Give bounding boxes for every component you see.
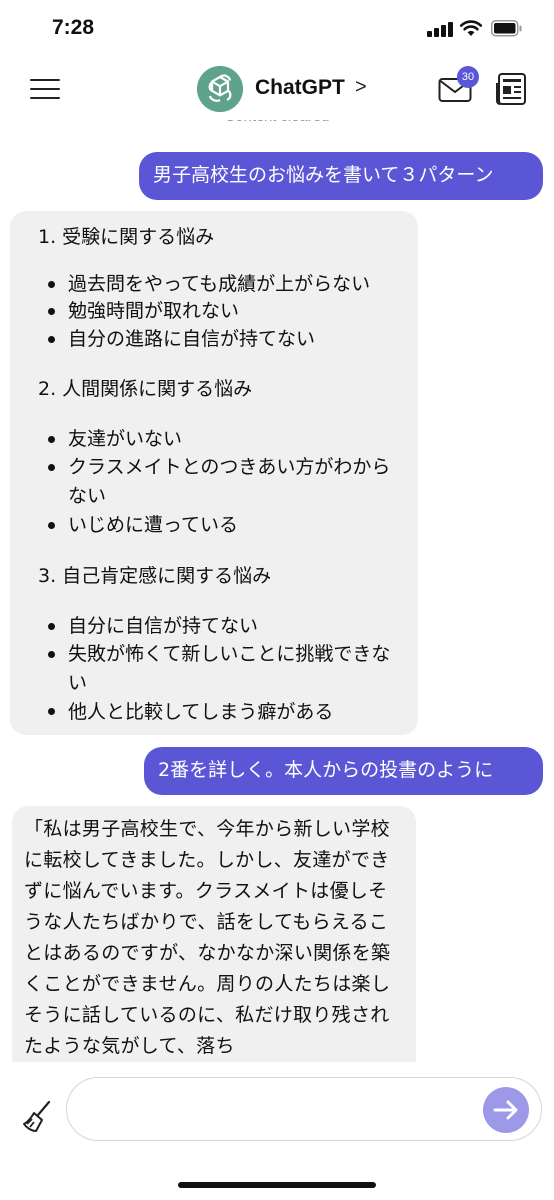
- broom-icon[interactable]: [22, 1100, 54, 1134]
- assistant-message: 1. 受験に関する悩み 過去問をやっても成績が上がらない 勉強時間が取れない 自…: [10, 211, 418, 735]
- list-item: 自分の進路に自信が持てない: [68, 328, 316, 350]
- status-time: 7:28: [52, 16, 95, 39]
- list-item: いじめに遭っている: [68, 514, 239, 536]
- list-item: 自分に自信が持てない: [68, 615, 259, 637]
- wifi-icon: [459, 20, 483, 36]
- menu-button[interactable]: [30, 77, 60, 101]
- composer-bar: [0, 1062, 554, 1200]
- menu-icon: [30, 79, 60, 81]
- chatgpt-logo-icon: [197, 66, 243, 112]
- app-header: ChatGPT > 30: [0, 60, 554, 120]
- message-input[interactable]: [66, 1077, 542, 1141]
- user-message: 男子高校生のお悩みを書いて３パターン: [139, 152, 543, 200]
- app-title[interactable]: ChatGPT: [255, 76, 345, 100]
- list-section-title: 1. 受験に関する悩み: [38, 226, 215, 248]
- list-section-title: 2. 人間関係に関する悩み: [38, 378, 253, 400]
- home-indicator: [178, 1182, 376, 1188]
- list-item: 過去問をやっても成績が上がらない: [68, 273, 371, 295]
- list-section-title: 3. 自己肯定感に関する悩み: [38, 565, 272, 587]
- user-message-text: 男子高校生のお悩みを書いて３パターン: [153, 164, 494, 186]
- send-button[interactable]: [483, 1087, 529, 1133]
- mail-badge: 30: [457, 66, 479, 88]
- send-arrow-icon: [493, 1100, 518, 1120]
- list-item: 友達がいない: [68, 428, 183, 450]
- chevron-right-icon[interactable]: >: [355, 76, 367, 99]
- news-icon[interactable]: [494, 72, 528, 106]
- list-item: 勉強時間が取れない: [68, 300, 240, 322]
- list-item: 他人と比較してしまう癖がある: [68, 701, 334, 723]
- user-message: 2番を詳しく。本人からの投書のように: [144, 747, 543, 795]
- user-message-text: 2番を詳しく。本人からの投書のように: [158, 759, 494, 781]
- list-item: クラスメイトとのつきあい方がわからない: [68, 456, 391, 507]
- assistant-message: 「私は男子高校生で、今年から新しい学校に転校してきました。しかし、友達ができずに…: [12, 806, 416, 1086]
- list-item: 失敗が怖くて新しいことに挑戦できない: [68, 643, 391, 694]
- status-bar: 7:28: [0, 0, 554, 60]
- assistant-message-text: 「私は男子高校生で、今年から新しい学校に転校してきました。しかし、友達ができずに…: [24, 818, 391, 1057]
- battery-icon: [491, 20, 522, 37]
- signal-icon: [427, 21, 453, 37]
